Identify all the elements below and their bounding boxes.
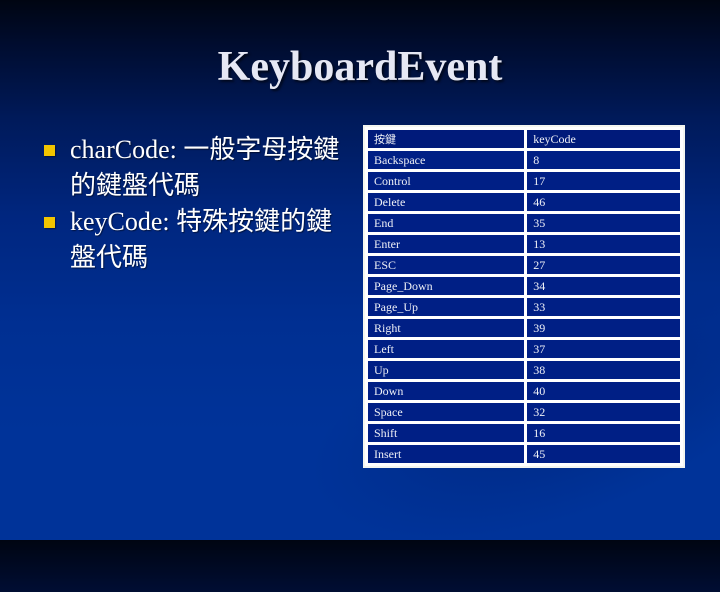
bullet-item-charcode: charCode: 一般字母按鍵的鍵盤代碼 (44, 132, 344, 204)
table-row: Down 40 (368, 382, 680, 400)
table-row: Up 38 (368, 361, 680, 379)
keycode-cell: 38 (527, 361, 680, 379)
bullet-term: keyCode: (70, 207, 177, 236)
key-name-cell: Delete (368, 193, 525, 211)
table-row: Right 39 (368, 319, 680, 337)
keycode-cell: 45 (527, 445, 680, 463)
header-key: 按鍵 (368, 130, 525, 148)
square-bullet-icon (44, 145, 55, 156)
table-row: Space 32 (368, 403, 680, 421)
keycode-cell: 39 (527, 319, 680, 337)
table-row: Control 17 (368, 172, 680, 190)
square-bullet-icon (44, 217, 55, 228)
table-row: Page_Down 34 (368, 277, 680, 295)
keycode-cell: 17 (527, 172, 680, 190)
bullet-text: keyCode: 特殊按鍵的鍵盤代碼 (70, 207, 332, 273)
keycode-cell: 13 (527, 235, 680, 253)
keycode-cell: 46 (527, 193, 680, 211)
table-row: Page_Up 33 (368, 298, 680, 316)
table-row: Insert 45 (368, 445, 680, 463)
table-row: Shift 16 (368, 424, 680, 442)
key-name-cell: Left (368, 340, 525, 358)
key-name-cell: Page_Up (368, 298, 525, 316)
keycode-table: 按鍵 keyCode Backspace 8 Control 17 Delete 46 En… (363, 125, 685, 468)
key-name-cell: Enter (368, 235, 525, 253)
table-body: Backspace 8 Control 17 Delete 46 End 35 Enter 13 E… (368, 151, 680, 463)
keycode-cell: 27 (527, 256, 680, 274)
key-name-cell: Shift (368, 424, 525, 442)
bullet-item-keycode: keyCode: 特殊按鍵的鍵盤代碼 (44, 204, 344, 276)
table-row: Left 37 (368, 340, 680, 358)
table-header-row: 按鍵 keyCode (368, 130, 680, 148)
header-keycode: keyCode (527, 130, 680, 148)
key-name-cell: Backspace (368, 151, 525, 169)
header-key-label: 按鍵 (374, 132, 396, 146)
key-name-cell: Space (368, 403, 525, 421)
key-name-cell: End (368, 214, 525, 232)
keycode-cell: 16 (527, 424, 680, 442)
table-row: Backspace 8 (368, 151, 680, 169)
table-row: Enter 13 (368, 235, 680, 253)
key-name-cell: Page_Down (368, 277, 525, 295)
bullet-term: charCode: (70, 135, 184, 164)
key-name-cell: Down (368, 382, 525, 400)
key-name-cell: Right (368, 319, 525, 337)
key-name-cell: Up (368, 361, 525, 379)
table-row: End 35 (368, 214, 680, 232)
bullet-text: charCode: 一般字母按鍵的鍵盤代碼 (70, 135, 339, 201)
table-row: Delete 46 (368, 193, 680, 211)
keycode-cell: 8 (527, 151, 680, 169)
slide-title: KeyboardEvent (217, 44, 503, 90)
keycode-cell: 40 (527, 382, 680, 400)
table-row: ESC 27 (368, 256, 680, 274)
key-name-cell: Insert (368, 445, 525, 463)
key-name-cell: Control (368, 172, 525, 190)
keycode-cell: 34 (527, 277, 680, 295)
keycode-cell: 37 (527, 340, 680, 358)
keycode-cell: 33 (527, 298, 680, 316)
keycode-cell: 32 (527, 403, 680, 421)
bullet-list: charCode: 一般字母按鍵的鍵盤代碼 keyCode: 特殊按鍵的鍵盤代碼 (44, 132, 344, 276)
keycode-cell: 35 (527, 214, 680, 232)
key-name-cell: ESC (368, 256, 525, 274)
